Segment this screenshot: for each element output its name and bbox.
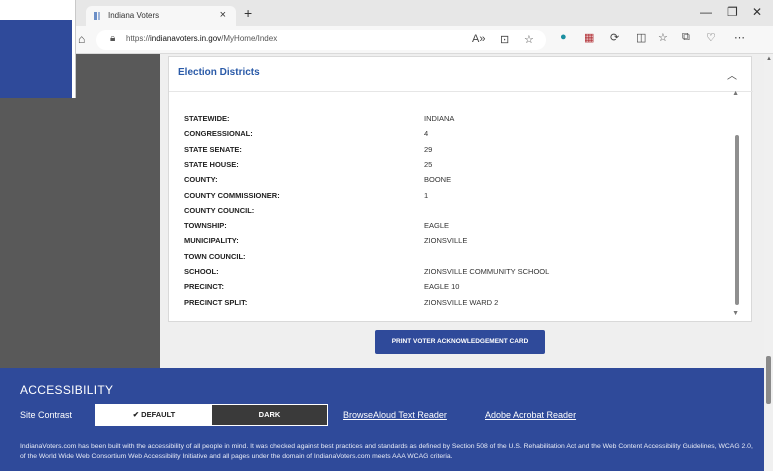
district-value: ZIONSVILLE — [424, 236, 468, 246]
card-title: Election Districts — [178, 67, 260, 78]
split-screen-icon[interactable]: ◫ — [636, 31, 646, 44]
district-label: SCHOOL: — [184, 267, 219, 276]
read-aloud-icon[interactable]: A» — [472, 33, 485, 45]
page-scrollbar[interactable]: ▲ — [764, 54, 773, 471]
lock-icon[interactable]: 🔒︎ — [110, 33, 115, 44]
accessibility-section: ACCESSIBILITY Site Contrast ✔ DEFAULT DA… — [0, 368, 764, 471]
contrast-toggle: ✔ DEFAULT DARK — [95, 404, 328, 426]
favorite-star-icon[interactable]: ☆ — [524, 33, 534, 46]
address-bar-row: ⌂ 🔒︎ https://indianavoters.in.gov/MyHome… — [0, 26, 773, 54]
contrast-default-button[interactable]: ✔ DEFAULT — [96, 405, 212, 425]
district-value: ZIONSVILLE COMMUNITY SCHOOL — [424, 267, 550, 276]
page-scroll-up-icon[interactable]: ▲ — [766, 56, 772, 62]
district-row: STATEWIDE: INDIANA — [184, 114, 724, 130]
district-label: COUNTY COMMISSIONER: — [184, 190, 280, 200]
election-districts-card: Election Districts ︿ ▲ ▼ STATEWIDE: INDIA… — [168, 56, 753, 322]
accessibility-statement: IndianaVoters.com has been built with th… — [20, 443, 753, 460]
district-row: TOWNSHIP: EAGLE — [184, 221, 724, 237]
district-row: SCHOOL: ZIONSVILLE COMMUNITY SCHOOL — [184, 267, 724, 283]
district-row: STATE SENATE: 29 — [184, 145, 724, 161]
background-window-fragment — [0, 0, 76, 98]
url-field[interactable]: 🔒︎ https://indianavoters.in.gov/MyHome/I… — [96, 30, 546, 50]
extension-icon[interactable]: ● — [560, 31, 567, 43]
district-value: BOONE — [424, 175, 452, 185]
new-tab-icon[interactable]: + — [244, 5, 252, 21]
site-contrast-label: Site Contrast — [20, 410, 73, 420]
minimize-window-icon[interactable]: — — [700, 5, 712, 19]
browser-tab[interactable]: Indiana Voters × — [86, 6, 236, 26]
district-value: 29 — [424, 144, 433, 154]
chevron-up-icon[interactable]: ︿ — [727, 67, 737, 82]
district-row: COUNTY: BOONE — [184, 175, 724, 191]
district-value: ZIONSVILLE WARD 2 — [424, 297, 499, 307]
district-value: INDIANA — [424, 114, 455, 123]
district-row: COUNTY COUNCIL: — [184, 206, 724, 222]
district-label: CONGRESSIONAL: — [184, 129, 253, 139]
district-label: PRECINCT: — [184, 282, 225, 292]
inner-scroll-down-icon[interactable]: ▼ — [732, 310, 739, 317]
district-label: STATEWIDE: — [184, 114, 230, 123]
district-row: TOWN COUNCIL: — [184, 252, 724, 268]
url-text: https://indianavoters.in.gov/MyHome/Inde… — [126, 34, 278, 43]
district-label: COUNTY COUNCIL: — [184, 205, 255, 215]
collections-icon[interactable]: ⧉ — [682, 31, 690, 44]
district-label: STATE SENATE: — [184, 144, 242, 154]
browser-essentials-icon[interactable]: ♡ — [706, 31, 716, 44]
close-window-icon[interactable]: ✕ — [752, 5, 762, 19]
inner-scroll-up-icon[interactable]: ▲ — [732, 90, 739, 97]
left-sidebar-panel — [0, 54, 160, 368]
immersive-reader-icon[interactable]: ⊡ — [500, 33, 509, 46]
district-value: 1 — [424, 190, 429, 200]
accessibility-title: ACCESSIBILITY — [20, 383, 114, 397]
district-value: 4 — [424, 129, 429, 139]
page-scrollbar-thumb[interactable] — [766, 356, 771, 404]
district-row: PRECINCT SPLIT: ZIONSVILLE WARD 2 — [184, 298, 724, 314]
district-row: STATE HOUSE: 25 — [184, 160, 724, 176]
tab-title: Indiana Voters — [108, 11, 160, 20]
tab-close-icon[interactable]: × — [220, 9, 226, 21]
print-voter-card-button[interactable]: PRINT VOTER ACKNOWLEDGEMENT CARD — [375, 330, 545, 354]
district-label: COUNTY: — [184, 175, 218, 185]
card-divider — [169, 91, 753, 92]
district-label: PRECINCT SPLIT: — [184, 297, 248, 307]
extensions-puzzle-icon[interactable]: ⟳ — [610, 31, 619, 44]
district-row: MUNICIPALITY: ZIONSVILLE — [184, 236, 724, 252]
site-favicon-icon — [94, 12, 97, 20]
district-label: TOWNSHIP: — [184, 221, 227, 231]
acrobat-reader-link[interactable]: Adobe Acrobat Reader — [485, 410, 576, 420]
home-icon[interactable]: ⌂ — [78, 32, 85, 46]
browsealoud-link[interactable]: BrowseAloud Text Reader — [343, 410, 447, 420]
more-menu-icon[interactable]: ⋯ — [734, 31, 745, 44]
district-label: MUNICIPALITY: — [184, 236, 239, 246]
inner-scrollbar-thumb[interactable] — [735, 135, 739, 305]
district-value: 25 — [424, 159, 433, 169]
district-value: EAGLE 10 — [424, 282, 460, 292]
district-label: TOWN COUNCIL: — [184, 251, 246, 261]
district-row: PRECINCT: EAGLE 10 — [184, 282, 724, 298]
district-value: EAGLE — [424, 221, 450, 231]
site-favicon-icon-accent — [98, 12, 100, 20]
browser-tab-bar: Indiana Voters × + — ❐ ✕ — [0, 0, 773, 26]
district-label: STATE HOUSE: — [184, 159, 239, 169]
background-window-panel — [0, 20, 72, 98]
district-row: COUNTY COMMISSIONER: 1 — [184, 191, 724, 207]
restore-window-icon[interactable]: ❐ — [727, 5, 738, 19]
district-row: CONGRESSIONAL: 4 — [184, 129, 724, 145]
extension-grid-icon[interactable]: ▦ — [584, 31, 594, 44]
favorites-list-icon[interactable]: ☆ — [658, 31, 668, 44]
contrast-dark-button[interactable]: DARK — [212, 405, 327, 425]
page-viewport: Election Districts ︿ ▲ ▼ STATEWIDE: INDIA… — [0, 54, 773, 471]
